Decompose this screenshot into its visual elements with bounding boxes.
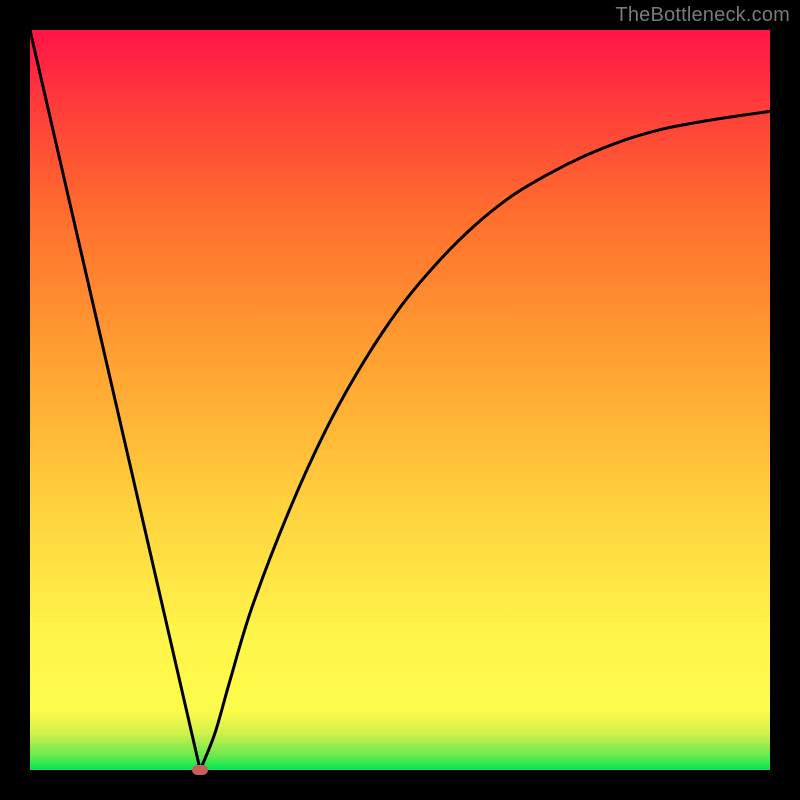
- plot-area: [30, 30, 770, 770]
- chart-frame: TheBottleneck.com: [0, 0, 800, 800]
- bottleneck-curve: [30, 30, 770, 770]
- watermark-text: TheBottleneck.com: [615, 4, 790, 27]
- minimum-marker: [192, 765, 208, 775]
- curve-layer: [30, 30, 770, 770]
